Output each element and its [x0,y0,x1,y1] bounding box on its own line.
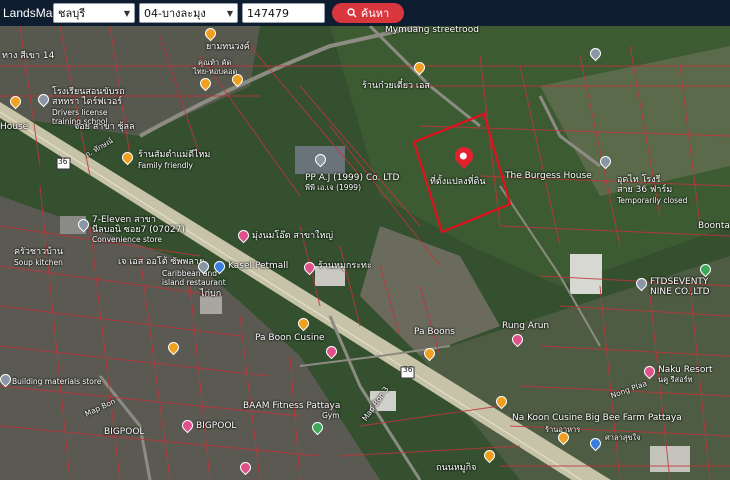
map-label: สาย 36 ฟาร์ม [617,185,673,195]
search-icon [347,8,357,18]
map-label: ร้านสัมตำแม่ดีไหม [138,150,211,160]
map-label: ถนนหมูกิจ [436,463,477,473]
map-label: Caribbean and [162,269,217,278]
map-label: Family friendly [138,161,193,170]
map-label: ทาง สีเขา 14 [2,51,55,61]
map-label: ครัวชาวบ้าน [14,247,64,257]
map-label: NINE CO.,LTD [650,287,710,297]
district-select-value: 04-บางละมุง [144,7,206,20]
map-label: Pa Boons [414,327,455,337]
highway-sign: 36 [403,365,413,374]
map-label: BIGPOOL [104,427,145,437]
province-select-value: ชลบุรี [58,7,86,20]
map-label: Drivers license [52,108,108,117]
map-label: Kasel Petmall [228,261,289,271]
district-select[interactable]: 04-บางละมุง ▼ [139,3,238,23]
map-label: House [0,122,29,132]
map-label: Boonta [698,221,730,231]
top-toolbar: LandsMaps ชลบุรี ▼ 04-บางละมุง ▼ ค้นหา [0,0,730,26]
map-label: ไทย-หอบคอด [193,67,238,76]
parcel-number-input[interactable] [242,3,325,23]
highway-sign: 36 [58,157,68,166]
map-label: Mymuang streetrood [385,26,479,35]
chevron-down-icon: ▼ [226,8,233,18]
map-label: Soup kitchen [14,258,63,267]
satellite-map[interactable]: ทาง สีเขา 14 Mymuang streetrood ยามทนวงค… [0,26,730,480]
map-label: คุณท้า คัด [198,58,232,67]
map-label: Gym [322,411,340,420]
map-label: จอย สาขา ชุ้ลล [74,122,135,132]
map-label: Temporarily closed [617,196,688,205]
map-label: The Burgess House [505,171,592,181]
chevron-down-icon: ▼ [123,8,130,18]
map-label: นคู รีสอร์ท [658,375,693,384]
map-label: Rung Arun [502,321,550,331]
map-label: Pa Boon Cusine [255,333,325,343]
map-label: ร้านก๋วยเตี๋ยว เอส [362,81,430,91]
province-select[interactable]: ชลบุรี ▼ [53,3,135,23]
map-label: ไก่บก [200,289,222,299]
map-label: ยามทนวงค์ [206,42,250,52]
map-label: island restaurant [162,278,226,287]
search-button[interactable]: ค้นหา [332,3,404,23]
map-label: มุ่งนมโอ๊ต สาขาใหญ่ [252,231,334,241]
map-label: พีพี เอ.เจ (1999) [305,183,362,192]
map-label: BIGPOOL [196,421,237,431]
map-label: Convenience store [92,235,162,244]
map-label: Building materials store [12,377,102,386]
map-label: ศาลาสุขใจ [605,433,641,442]
search-button-label: ค้นหา [360,7,390,20]
map-label: เจ เอส ออโต้ ซัพพลาย [118,257,205,267]
brand-logo: LandsMaps [3,6,66,20]
parcel-label: ที่ตั้งแปลงที่ดิน [430,177,486,187]
map-label: Na Koon Cusine Big Bee Farm Pattaya [512,413,682,423]
map-label: สหทรา ไดร์ฟเวอร์ [52,97,123,107]
map-label: ร้านหมูกระทะ [318,261,372,271]
